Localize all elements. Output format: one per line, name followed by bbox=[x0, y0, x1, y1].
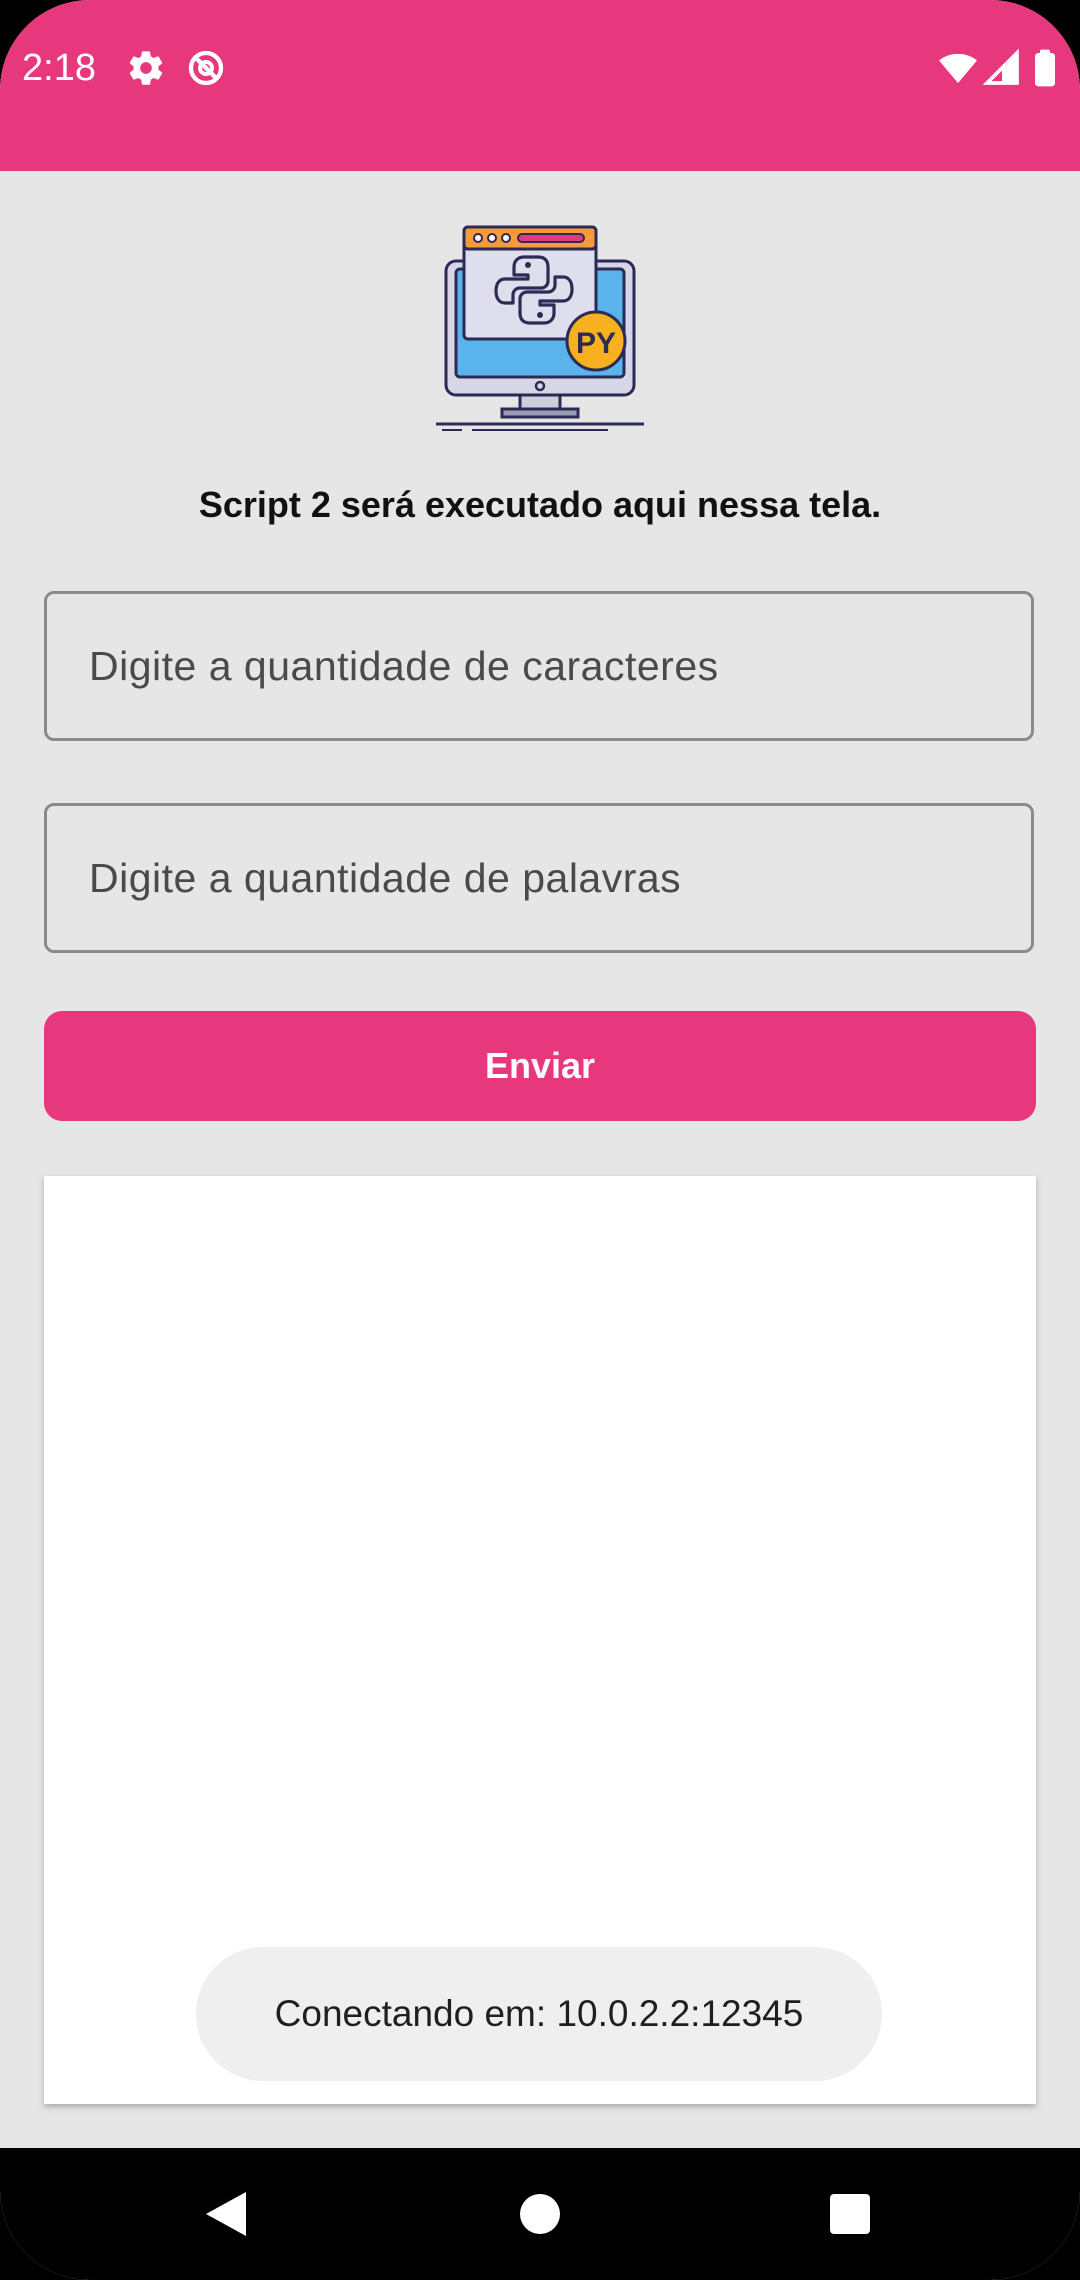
navigation-bar bbox=[0, 2148, 1080, 2280]
no-sync-icon bbox=[186, 48, 226, 88]
recents-icon bbox=[830, 2194, 870, 2234]
page-title: Script 2 será executado aqui nessa tela. bbox=[198, 484, 882, 525]
words-field[interactable] bbox=[44, 803, 1034, 953]
python-monitor-icon: PY bbox=[432, 223, 648, 433]
connection-toast: Conectando em: 10.0.2.2:12345 bbox=[196, 1947, 882, 2081]
status-bar: 2:18 bbox=[0, 0, 1080, 171]
main-content: PY Script 2 será executado aqui nessa te… bbox=[0, 171, 1080, 2148]
cell-signal-icon bbox=[982, 48, 1022, 88]
words-input[interactable] bbox=[47, 806, 1031, 950]
battery-icon bbox=[1030, 48, 1060, 88]
logo-badge-text: PY bbox=[576, 327, 616, 360]
wifi-icon bbox=[936, 48, 980, 88]
send-button[interactable]: Enviar bbox=[44, 1011, 1036, 1121]
back-button[interactable] bbox=[156, 2148, 296, 2280]
characters-input[interactable] bbox=[47, 594, 1031, 738]
status-time: 2:18 bbox=[22, 47, 96, 89]
settings-gear-icon bbox=[126, 48, 166, 88]
recents-button[interactable] bbox=[780, 2148, 920, 2280]
app-screen: 2:18 PY Script 2 será executado aqui nes… bbox=[0, 0, 1080, 2280]
back-icon bbox=[206, 2192, 246, 2236]
home-button[interactable] bbox=[470, 2148, 610, 2280]
characters-field[interactable] bbox=[44, 591, 1034, 741]
home-icon bbox=[520, 2194, 560, 2234]
